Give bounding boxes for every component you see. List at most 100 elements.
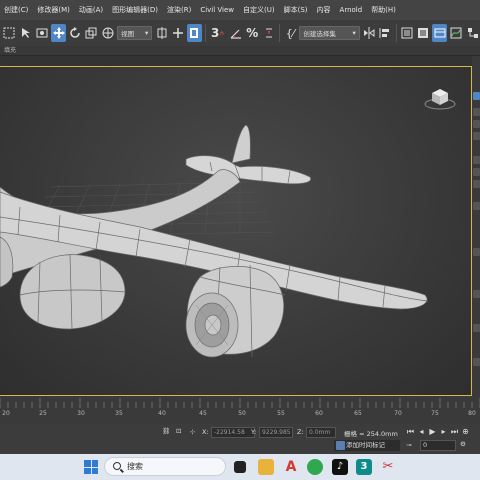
tiktok-icon[interactable]: ♪ [332,459,348,475]
chevron-down-icon: ▾ [352,29,356,37]
named-selection-set-value: 创建选择集 [303,30,336,38]
transform-type-in-icon[interactable]: ⊹ [190,428,195,436]
z-coord-label: Z: [297,428,304,436]
menu-item-create[interactable]: 创建(C) [4,5,28,15]
select-region-icon[interactable] [18,24,32,42]
go-to-end-icon[interactable]: ⏭ [450,427,459,437]
menu-item-customize[interactable]: 自定义(U) [243,5,275,15]
command-panel-tab[interactable] [473,358,480,366]
mirror-icon[interactable] [362,24,376,42]
playback-controls: ⏮ ◂ ▶ ▸ ⏭ ⊕ [406,427,470,437]
select-and-link-icon[interactable] [171,24,185,42]
select-object-icon[interactable] [2,24,16,42]
taskbar-search-box[interactable]: 搜索 [104,457,226,476]
command-panel-tab[interactable] [473,248,480,256]
angle-snap-icon[interactable] [229,24,243,42]
scene-explorer-icon[interactable] [400,24,414,42]
menu-item-content[interactable]: 内容 [317,5,331,15]
key-mode-icon[interactable]: ⊕ [461,427,470,437]
previous-frame-icon[interactable]: ◂ [417,427,426,437]
next-frame-icon[interactable]: ▸ [439,427,448,437]
snap-magnet-icon: ∩ [219,29,225,37]
layer-explorer-icon[interactable] [416,24,430,42]
frame-label: 25 [39,410,47,417]
scale-icon[interactable] [84,24,98,42]
snipping-tool-icon[interactable]: ✂ [380,459,396,475]
play-icon[interactable]: ▶ [428,427,437,437]
perspective-viewport[interactable] [0,66,472,396]
ribbon-subbar: 填充 [0,46,480,56]
app-a-icon[interactable]: A [283,459,299,475]
reference-coordinate-dropdown[interactable]: 视图 ▾ [117,26,153,40]
time-tag-icon [336,441,345,450]
place-icon[interactable] [101,24,115,42]
move-icon[interactable] [51,24,66,42]
file-explorer-icon[interactable] [258,459,274,475]
keyboard-shortcut-override-icon[interactable] [187,24,202,42]
curve-editor-icon[interactable] [449,24,463,42]
3dsmax-taskbar-icon[interactable]: 3 [356,459,372,475]
menu-item-graph-editors[interactable]: 图形编辑器(D) [112,5,158,15]
menu-item-civil-view[interactable]: Civil View [200,6,234,14]
command-panel-tab[interactable] [473,290,480,298]
window-crossing-icon[interactable] [35,24,49,42]
current-frame-field[interactable]: 0 [420,440,456,451]
command-panel-tab[interactable] [473,108,480,116]
menu-item-scripting[interactable]: 脚本(S) [284,5,308,15]
toggle-ribbon-icon[interactable] [432,24,447,42]
command-panel-tab[interactable] [473,132,480,140]
main-toolbar: 视图 ▾ 3 ∩ % {⁄ 创建选择集 ▾ [0,20,480,46]
command-panel-tab[interactable] [473,180,480,188]
rotate-icon[interactable] [68,24,82,42]
y-coord-field[interactable]: 9229.985 [259,427,293,438]
frame-label: 60 [315,410,323,417]
menu-item-animation[interactable]: 动画(A) [79,5,103,15]
viewport-header [0,56,472,66]
track-bar-ticks [0,398,480,408]
command-panel-tab[interactable] [473,120,480,128]
command-panel-tab[interactable] [473,324,480,332]
z-coord-field[interactable]: 0.0mm [306,427,336,438]
3dsmax-window: 创建(C) 修改器(M) 动画(A) 图形编辑器(D) 渲染(R) Civil … [0,0,480,480]
reference-coordinate-value: 视图 [121,30,135,38]
windows-start-icon[interactable] [84,460,98,474]
menu-item-rendering[interactable]: 渲染(R) [167,5,191,15]
menu-item-help[interactable]: 帮助(H) [371,5,396,15]
command-panel-tab[interactable] [473,156,480,164]
absolute-mode-icon[interactable]: ⊡ [176,427,181,435]
align-icon[interactable] [378,24,392,42]
frame-label: 75 [431,410,439,417]
add-time-tag-button[interactable]: 添加时间标记 [334,440,400,451]
wechat-icon[interactable] [307,459,323,475]
pivot-center-icon[interactable] [154,24,168,42]
x-coord-label: X: [202,428,209,436]
spinner-snap-icon[interactable] [262,24,276,42]
taskbar-search-placeholder: 搜索 [127,462,143,471]
frame-label: 35 [115,410,123,417]
task-view-icon[interactable] [234,461,246,473]
schematic-view-icon[interactable] [465,24,479,42]
frame-label: 70 [394,410,402,417]
grid-size-readout: 栅格 = 254.0mm [344,430,398,438]
auto-key-icon[interactable]: ⊸ [406,441,411,449]
selection-lock-icon[interactable]: ⛓ [162,427,170,435]
frame-label: 30 [77,410,85,417]
snap-toggle-icon[interactable]: 3 ∩ [209,24,227,42]
current-frame-value: 0 [423,441,428,449]
edit-named-selection-icon[interactable]: {⁄ [283,24,297,42]
menu-item-arnold[interactable]: Arnold [340,6,363,14]
x-coord-field[interactable]: -22914.58 [211,427,255,438]
command-panel-tab[interactable] [473,92,480,100]
go-to-start-icon[interactable]: ⏮ [406,427,415,437]
percent-snap-icon[interactable]: % [245,24,259,42]
command-panel-tab[interactable] [473,168,480,176]
track-bar[interactable]: 20 25 30 35 40 45 50 55 60 65 70 75 80 [0,396,480,424]
viewcube-icon[interactable] [423,85,457,111]
frame-label: 65 [354,410,362,417]
named-selection-set-dropdown[interactable]: 创建选择集 ▾ [299,26,360,40]
time-configuration-icon[interactable]: ⚙ [460,440,466,448]
command-panel-tab[interactable] [473,202,480,210]
menu-bar: 创建(C) 修改器(M) 动画(A) 图形编辑器(D) 渲染(R) Civil … [0,0,480,20]
menu-item-modifiers[interactable]: 修改器(M) [37,5,70,15]
populate-tab-label[interactable]: 填充 [4,47,16,54]
